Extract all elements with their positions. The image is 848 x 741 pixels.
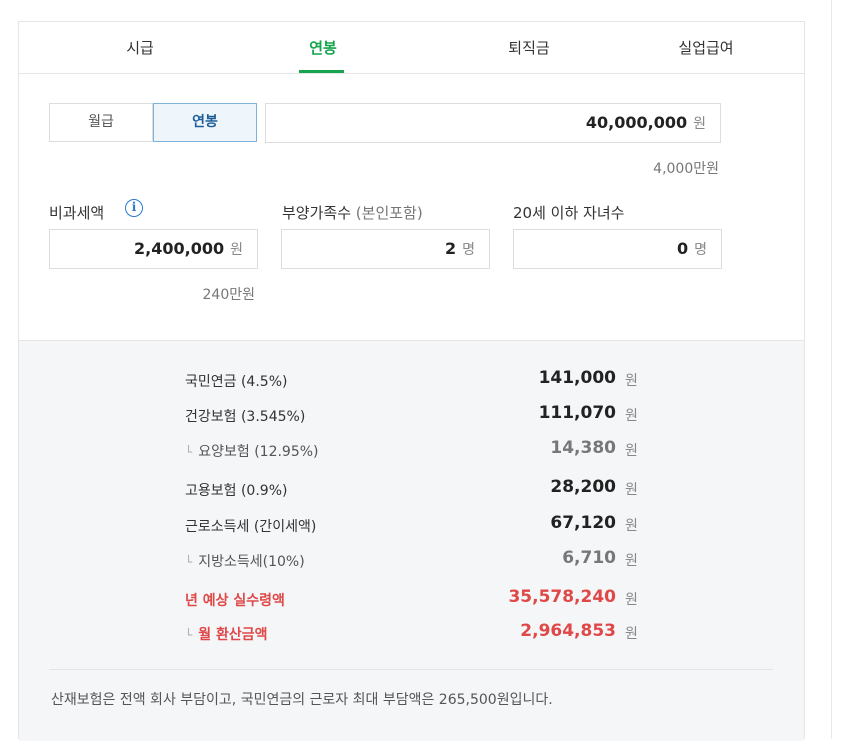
calculator-tabs: 시급 연봉 퇴직금 실업급여 xyxy=(19,22,804,74)
result-name: 고용보험 (0.9%) xyxy=(185,483,288,499)
result-amount: 2,964,853 xyxy=(520,621,616,641)
nontaxable-value: 2,400,000 xyxy=(134,239,225,258)
result-unit: 원 xyxy=(625,626,638,642)
result-name: 건강보험 (3.545%) xyxy=(185,409,306,425)
tab-unemployment-benefit[interactable]: 실업급여 xyxy=(608,22,804,73)
nontaxable-input[interactable]: 2,400,000 원 xyxy=(49,229,258,269)
result-amount: 6,710 xyxy=(562,548,616,568)
page-right-border xyxy=(831,0,832,739)
nontaxable-hint: 240만원 xyxy=(202,287,255,303)
result-unit: 원 xyxy=(625,443,638,459)
dependents-unit: 명 xyxy=(462,242,475,258)
pay-type-monthly-button[interactable]: 월급 xyxy=(49,103,153,142)
result-name-text: 요양보험 (12.95%) xyxy=(198,444,319,460)
result-amount: 67,120 xyxy=(550,513,616,533)
result-name: 년 예상 실수령액 xyxy=(185,593,285,609)
result-row-local-income-tax: └ 지방소득세(10%) 6,710 원 xyxy=(19,547,804,573)
result-amount: 28,200 xyxy=(550,477,616,497)
salary-input[interactable]: 40,000,000 원 xyxy=(265,103,721,143)
nontaxable-unit: 원 xyxy=(230,242,243,258)
result-name: └ 지방소득세(10%) xyxy=(185,551,305,571)
dependents-label-note: (본인포함) xyxy=(355,204,423,222)
result-row-long-term-care: └ 요양보험 (12.95%) 14,380 원 xyxy=(19,437,804,463)
result-name-text: 월 환산금액 xyxy=(198,627,268,643)
result-name: └ 월 환산금액 xyxy=(185,624,268,644)
result-unit: 원 xyxy=(625,482,638,498)
tab-hourly[interactable]: 시급 xyxy=(42,22,238,73)
nontaxable-label: 비과세액 xyxy=(49,204,105,222)
result-amount: 141,000 xyxy=(538,368,616,388)
children-input[interactable]: 0명 xyxy=(513,229,722,269)
result-amount: 35,578,240 xyxy=(508,587,616,607)
children-label: 20세 이하 자녀수 xyxy=(513,204,625,222)
result-row-income-tax: 근로소득세 (간이세액) 67,120 원 xyxy=(19,512,804,538)
sub-item-corner-icon: └ xyxy=(185,628,193,642)
result-row-employment-insurance: 고용보험 (0.9%) 28,200 원 xyxy=(19,476,804,502)
result-row-monthly-equivalent: └ 월 환산금액 2,964,853 원 xyxy=(19,620,804,646)
result-unit: 원 xyxy=(625,553,638,569)
dependents-label: 부양가족수 (본인포함) xyxy=(282,202,423,223)
children-unit: 명 xyxy=(694,242,707,258)
result-name: 근로소득세 (간이세액) xyxy=(185,519,317,535)
result-unit: 원 xyxy=(625,373,638,389)
result-row-annual-net-pay: 년 예상 실수령액 35,578,240 원 xyxy=(19,586,804,612)
salary-hint: 4,000만원 xyxy=(653,161,719,177)
salary-calculator-card: 시급 연봉 퇴직금 실업급여 월급 연봉 40,000,000 원 4,000만원… xyxy=(18,21,805,741)
sub-item-corner-icon: └ xyxy=(185,555,193,569)
result-amount: 14,380 xyxy=(550,438,616,458)
tab-severance[interactable]: 퇴직금 xyxy=(431,22,627,73)
result-name: 국민연금 (4.5%) xyxy=(185,374,288,390)
result-row-health-insurance: 건강보험 (3.545%) 111,070 원 xyxy=(19,402,804,428)
result-unit: 원 xyxy=(625,592,638,608)
result-unit: 원 xyxy=(625,518,638,534)
pay-type-annual-button[interactable]: 연봉 xyxy=(153,103,257,142)
sub-item-corner-icon: └ xyxy=(185,445,193,459)
result-row-national-pension: 국민연금 (4.5%) 141,000 원 xyxy=(19,367,804,393)
dependents-value: 2 xyxy=(444,239,457,258)
dependents-label-text: 부양가족수 xyxy=(282,204,352,222)
result-unit: 원 xyxy=(625,408,638,424)
dependents-input[interactable]: 2명 xyxy=(281,229,490,269)
info-icon[interactable]: i xyxy=(125,199,143,217)
active-tab-underline xyxy=(299,70,344,73)
tab-annual-salary[interactable]: 연봉 xyxy=(225,22,421,73)
salary-value: 40,000,000 xyxy=(585,113,688,132)
result-amount: 111,070 xyxy=(538,403,616,423)
children-value: 0 xyxy=(676,239,689,258)
result-name: └ 요양보험 (12.95%) xyxy=(185,441,319,461)
result-name-text: 지방소득세(10%) xyxy=(198,554,305,570)
results-panel: 국민연금 (4.5%) 141,000 원 건강보험 (3.545%) 111,… xyxy=(19,340,804,741)
results-divider xyxy=(49,669,773,670)
insurance-note: 산재보험은 전액 회사 부담이고, 국민연금의 근로자 최대 부담액은 265,… xyxy=(51,692,553,708)
salary-unit: 원 xyxy=(693,116,706,132)
